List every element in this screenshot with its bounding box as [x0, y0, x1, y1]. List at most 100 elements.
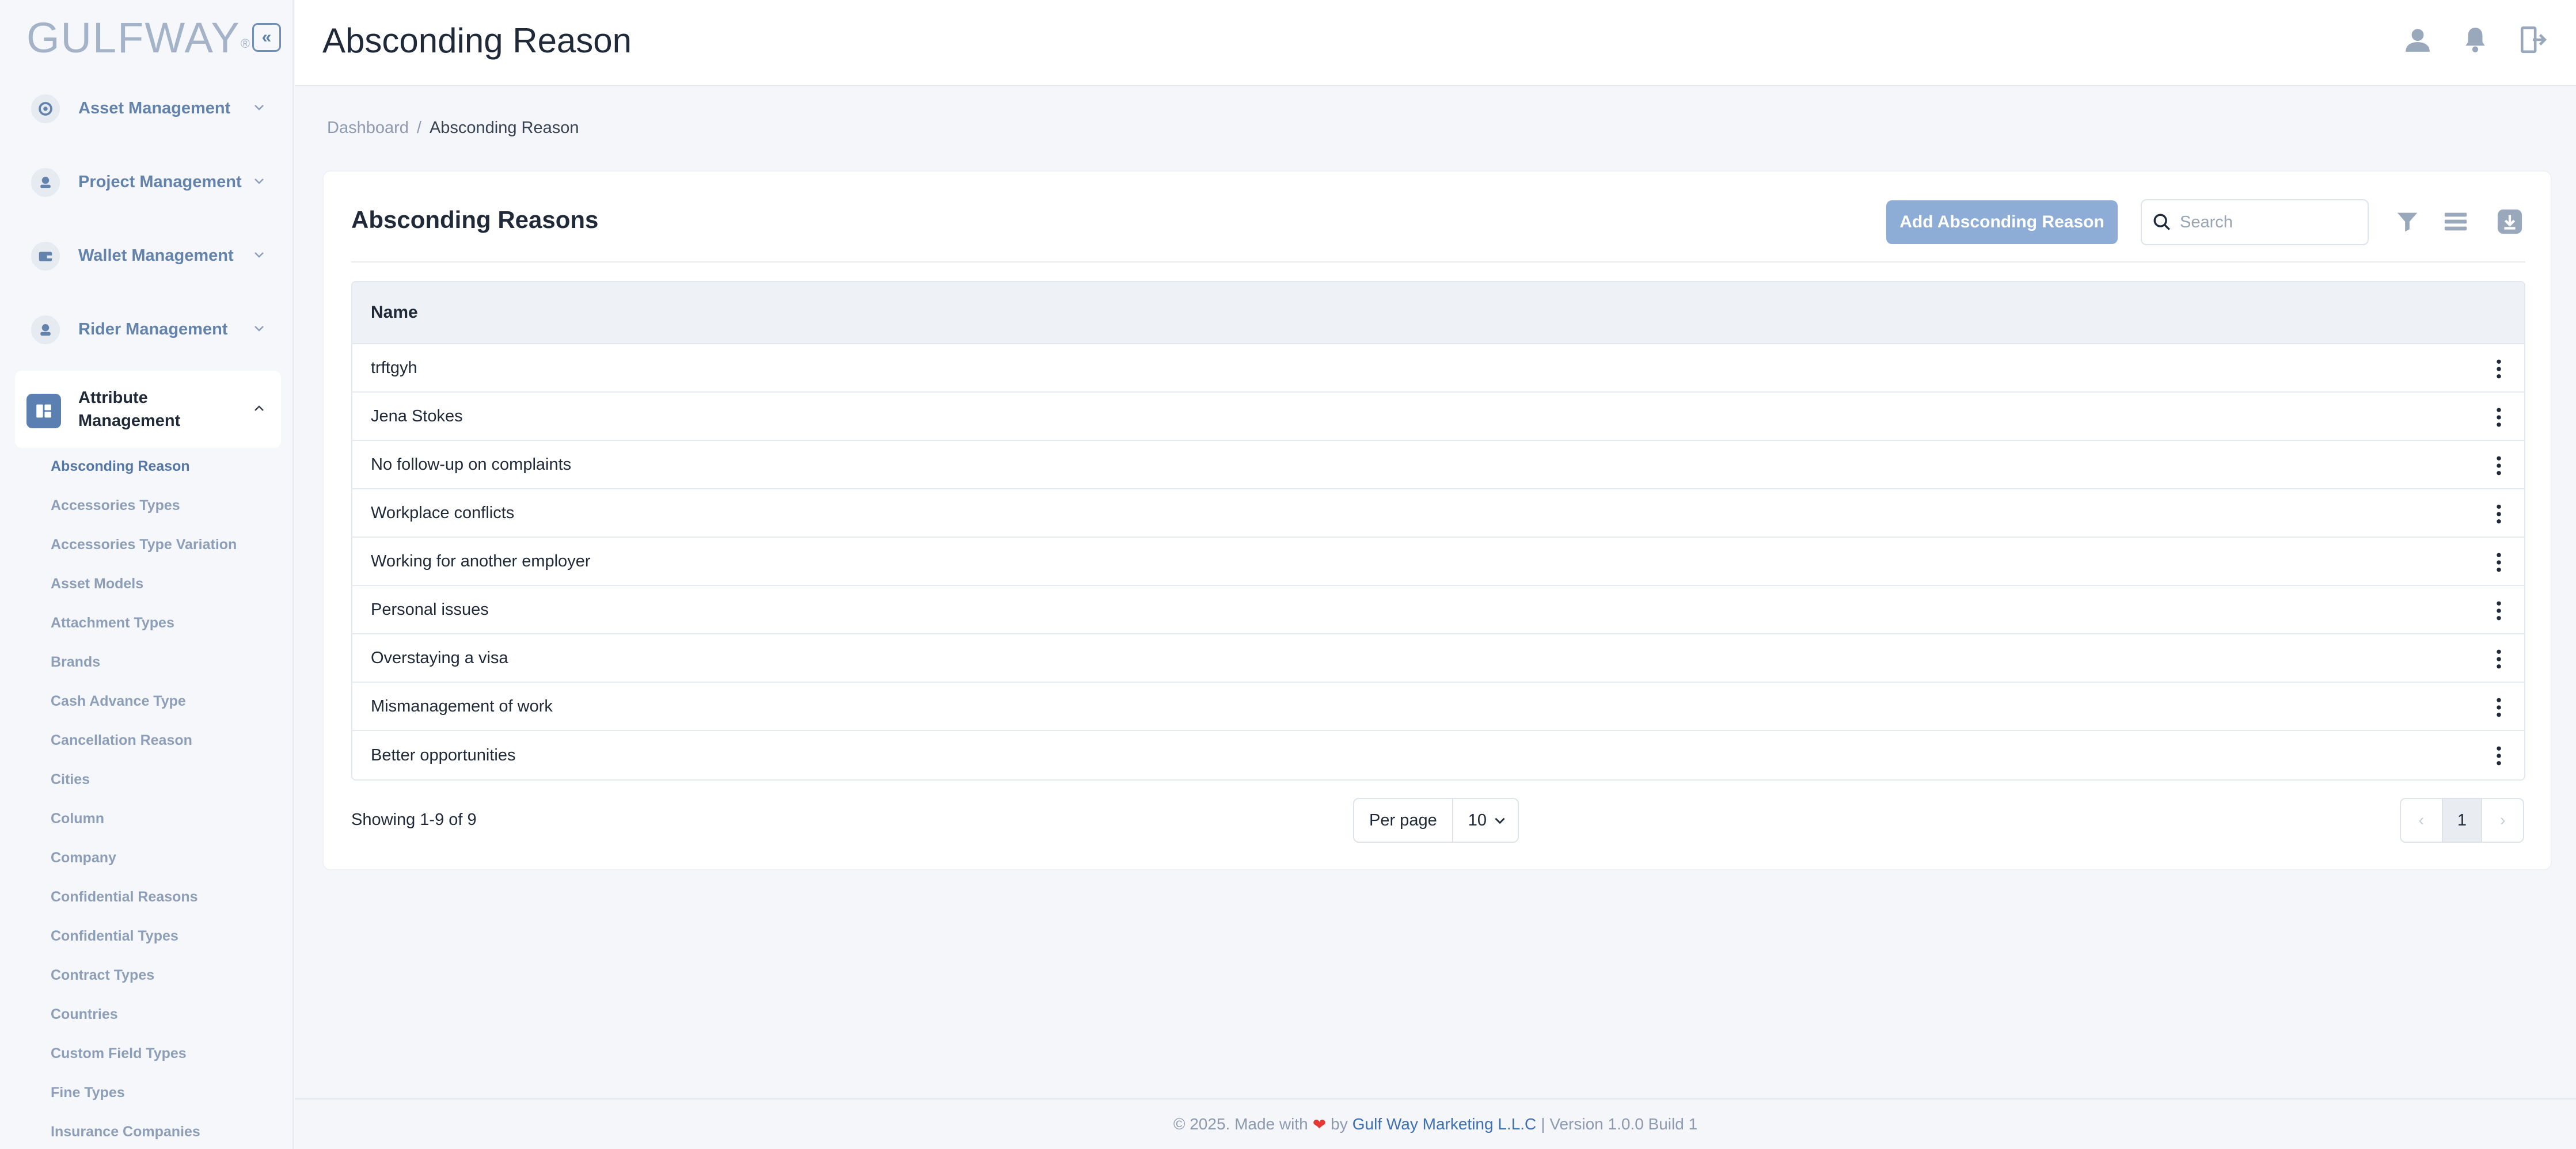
asset-icon: [31, 94, 60, 123]
sidebar-subitem[interactable]: Brands: [51, 654, 100, 671]
search-icon: [2153, 214, 2170, 230]
chevron-down-icon: [254, 252, 264, 258]
table-row[interactable]: Overstaying a visa: [352, 634, 2524, 683]
sidebar-item-label: Rider Management: [78, 319, 228, 338]
sidebar-subitem[interactable]: Confidential Types: [51, 928, 178, 945]
card-divider: [351, 261, 2525, 262]
row-name: Mismanagement of work: [371, 697, 553, 716]
sidebar-subitem[interactable]: Contract Types: [51, 967, 154, 984]
chevron-down-icon: [1495, 817, 1505, 824]
more-vertical-icon[interactable]: [2495, 504, 2502, 524]
footer-by: by: [1331, 1115, 1348, 1133]
row-name: Workplace conflicts: [371, 503, 515, 522]
sidebar-item-label: Project Management: [78, 172, 242, 191]
more-vertical-icon[interactable]: [2495, 649, 2502, 669]
sidebar-subitem[interactable]: Countries: [51, 1006, 118, 1023]
showing-count: Showing 1-9 of 9: [351, 811, 477, 829]
page-title: Absconding Reason: [322, 21, 632, 60]
chevron-down-icon: [254, 105, 264, 111]
page-1-button[interactable]: 1: [2441, 799, 2483, 842]
prev-page-button[interactable]: ‹: [2401, 799, 2442, 842]
chevron-down-icon: [254, 178, 264, 184]
brand-name: GULFWAY: [26, 14, 241, 62]
heart-icon: ❤: [1312, 1115, 1327, 1133]
pagination: ‹ 1 ›: [2400, 798, 2524, 843]
add-absconding-reason-button[interactable]: Add Absconding Reason: [1886, 200, 2118, 244]
sidebar-subitem[interactable]: Confidential Reasons: [51, 889, 198, 905]
user-icon[interactable]: [2403, 25, 2432, 54]
collapse-sidebar-button[interactable]: «: [252, 23, 281, 52]
chevron-down-icon: [254, 326, 264, 332]
more-vertical-icon[interactable]: [2495, 408, 2502, 427]
sidebar-subitem[interactable]: Company: [51, 850, 116, 866]
sidebar-item-attribute-management[interactable]: Attribute Management: [15, 371, 281, 448]
row-name: No follow-up on complaints: [371, 455, 572, 474]
sidebar-subitem[interactable]: Insurance Companies: [51, 1124, 200, 1140]
attribute-icon: [26, 394, 61, 428]
bell-icon[interactable]: [2461, 25, 2490, 54]
sidebar-subitem[interactable]: Asset Models: [51, 576, 143, 592]
sidebar: GULFWAY® « Asset Management Project Mana…: [0, 0, 294, 1149]
table-row[interactable]: No follow-up on complaints: [352, 441, 2524, 489]
row-name: trftgyh: [371, 358, 417, 377]
sidebar-subitem[interactable]: Accessories Types: [51, 497, 180, 514]
more-vertical-icon[interactable]: [2495, 359, 2502, 379]
sidebar-subitem[interactable]: Cash Advance Type: [51, 693, 186, 710]
footer-company-link[interactable]: Gulf Way Marketing L.L.C: [1352, 1115, 1537, 1133]
breadcrumb-current: Absconding Reason: [429, 119, 579, 137]
table-row[interactable]: Mismanagement of work: [352, 683, 2524, 731]
breadcrumb-home-link[interactable]: Dashboard: [327, 119, 409, 137]
filter-icon[interactable]: [2394, 208, 2421, 235]
more-vertical-icon[interactable]: [2495, 456, 2502, 475]
sidebar-item-asset-management[interactable]: Asset Management: [15, 78, 281, 138]
brand-logo[interactable]: GULFWAY®: [26, 15, 251, 61]
logout-icon[interactable]: [2518, 25, 2547, 54]
rider-icon: [31, 315, 60, 344]
table-row[interactable]: trftgyh: [352, 344, 2524, 393]
table-row[interactable]: Working for another employer: [352, 538, 2524, 586]
sidebar-item-label: Wallet Management: [78, 246, 234, 265]
sidebar-subitem[interactable]: Custom Field Types: [51, 1045, 187, 1062]
app-footer: © 2025. Made with ❤ by Gulf Way Marketin…: [295, 1098, 2576, 1149]
row-name: Better opportunities: [371, 745, 516, 764]
table-row[interactable]: Personal issues: [352, 586, 2524, 634]
columns-list-icon[interactable]: [2442, 208, 2469, 235]
wallet-icon: [31, 242, 60, 271]
sidebar-item-rider-management[interactable]: Rider Management: [15, 299, 281, 359]
sidebar-subitem-absconding-reason[interactable]: Absconding Reason: [51, 458, 190, 475]
per-page-label: Per page: [1354, 799, 1453, 842]
sidebar-subitem[interactable]: Fine Types: [51, 1085, 125, 1101]
more-vertical-icon[interactable]: [2495, 698, 2502, 717]
sidebar-subitem[interactable]: Cities: [51, 771, 90, 788]
absconding-reasons-card: Absconding Reasons Add Absconding Reason…: [322, 170, 2552, 870]
brand-reg-mark: ®: [240, 36, 251, 51]
project-icon: [31, 168, 60, 197]
absconding-reasons-table: Name trftgyh Jena Stokes No follow-up on…: [351, 281, 2525, 781]
sidebar-subitem[interactable]: Column: [51, 811, 104, 827]
sidebar-item-wallet-management[interactable]: Wallet Management: [15, 226, 281, 286]
sidebar-item-project-management[interactable]: Project Management: [15, 152, 281, 212]
sidebar-subitem[interactable]: Accessories Type Variation: [51, 537, 237, 553]
breadcrumb-separator: /: [416, 119, 421, 137]
table-row[interactable]: Workplace conflicts: [352, 489, 2524, 538]
search-box[interactable]: [2141, 199, 2369, 245]
download-icon[interactable]: [2497, 208, 2523, 235]
double-chevron-left-icon: «: [261, 28, 272, 47]
more-vertical-icon[interactable]: [2495, 553, 2502, 572]
more-vertical-icon[interactable]: [2495, 601, 2502, 621]
per-page-value-text: 10: [1468, 811, 1487, 830]
top-header: Absconding Reason: [295, 0, 2576, 86]
table-header-name[interactable]: Name: [352, 282, 2524, 344]
search-input[interactable]: [2180, 212, 2364, 232]
table-row[interactable]: Jena Stokes: [352, 393, 2524, 441]
row-name: Personal issues: [371, 600, 489, 619]
row-name: Overstaying a visa: [371, 648, 508, 667]
per-page-select[interactable]: Per page 10: [1353, 798, 1519, 843]
sidebar-subitem[interactable]: Attachment Types: [51, 615, 174, 631]
row-name: Jena Stokes: [371, 406, 463, 425]
chevron-up-icon: [254, 405, 264, 411]
sidebar-subitem[interactable]: Cancellation Reason: [51, 732, 192, 749]
more-vertical-icon[interactable]: [2495, 746, 2502, 766]
table-row[interactable]: Better opportunities: [352, 731, 2524, 779]
next-page-button[interactable]: ›: [2482, 799, 2523, 842]
